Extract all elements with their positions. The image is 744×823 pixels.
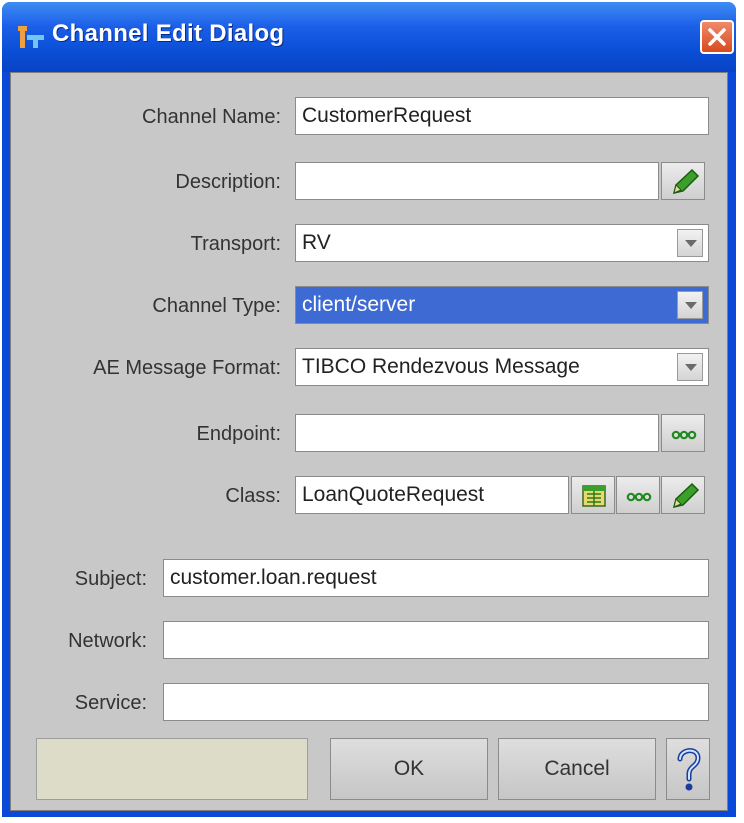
close-button[interactable] [700, 20, 734, 54]
help-button[interactable] [666, 738, 710, 800]
status-area [36, 738, 308, 800]
subject-input[interactable]: customer.loan.request [163, 559, 709, 597]
transport-dropdown-arrow-icon[interactable] [677, 229, 703, 257]
dialog-body: Channel Name: CustomerRequest Descriptio… [10, 72, 728, 811]
network-label: Network: [68, 630, 147, 652]
close-icon [708, 28, 726, 46]
pencil-icon [672, 168, 700, 194]
title-bar[interactable]: Channel Edit Dialog [2, 2, 736, 72]
transport-label: Transport: [190, 233, 281, 255]
ae-message-format-select[interactable]: TIBCO Rendezvous Message [295, 348, 709, 386]
select-class-button[interactable] [571, 476, 615, 514]
description-input[interactable] [295, 162, 659, 200]
endpoint-input[interactable] [295, 414, 659, 452]
pencil-icon [672, 482, 700, 508]
ae-message-format-dropdown-arrow-icon[interactable] [677, 353, 703, 381]
service-input[interactable] [163, 683, 709, 721]
channel-name-label: Channel Name: [142, 106, 281, 128]
subject-label: Subject: [74, 568, 147, 590]
ellipsis-icon [626, 492, 652, 502]
description-label: Description: [175, 171, 281, 193]
class-browser-icon [582, 485, 606, 507]
channel-name-input[interactable]: CustomerRequest [295, 97, 709, 135]
edit-class-button[interactable] [661, 476, 705, 514]
channel-type-label: Channel Type: [152, 295, 281, 317]
ellipsis-icon [671, 430, 697, 440]
service-label: Service: [74, 692, 147, 714]
app-icon [18, 26, 44, 48]
network-input[interactable] [163, 621, 709, 659]
edit-description-button[interactable] [661, 162, 705, 200]
channel-edit-dialog: Channel Edit Dialog Channel Name: Custom… [2, 2, 736, 817]
question-mark-icon [677, 748, 701, 791]
channel-type-select[interactable]: client/server [295, 286, 709, 324]
class-input[interactable]: LoanQuoteRequest [295, 476, 569, 514]
channel-type-dropdown-arrow-icon[interactable] [677, 291, 703, 319]
ae-message-format-label: AE Message Format: [93, 357, 281, 379]
transport-select[interactable]: RV [295, 224, 709, 262]
class-label: Class: [225, 485, 281, 507]
window-title: Channel Edit Dialog [52, 20, 285, 47]
browse-class-button[interactable] [616, 476, 660, 514]
cancel-button[interactable]: Cancel [498, 738, 656, 800]
ok-button[interactable]: OK [330, 738, 488, 800]
browse-endpoint-button[interactable] [661, 414, 705, 452]
endpoint-label: Endpoint: [196, 423, 281, 445]
